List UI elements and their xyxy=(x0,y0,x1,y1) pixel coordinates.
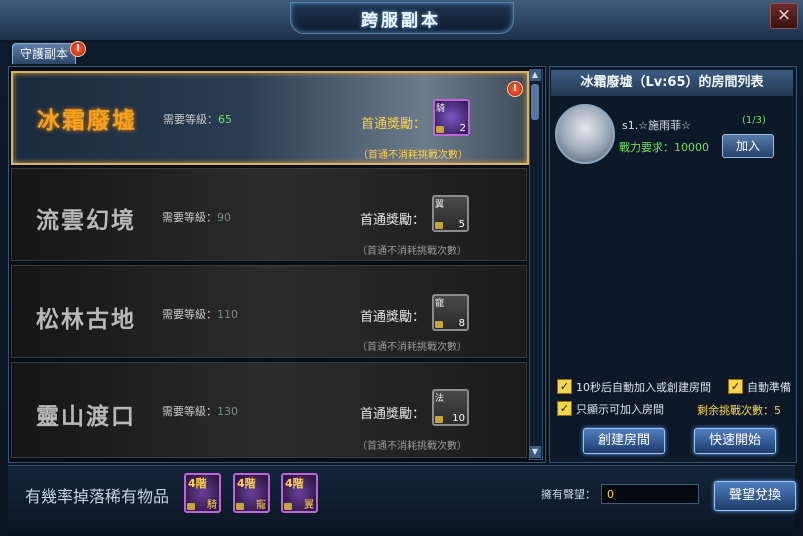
join-button[interactable]: 加入 xyxy=(722,134,774,158)
drop-item-mount-icon[interactable]: 4階 騎 xyxy=(184,473,221,513)
quick-start-button[interactable]: 快速開始 xyxy=(694,428,776,454)
create-room-button[interactable]: 創建房間 xyxy=(583,428,665,454)
auto-ready-checkbox[interactable]: ✓ xyxy=(728,379,743,394)
dungeon-name: 冰霜廢墟 xyxy=(37,107,137,134)
scroll-down-icon[interactable]: ▼ xyxy=(529,446,541,458)
power-requirement: 戰力要求：10000 xyxy=(619,141,709,154)
reputation-exchange-button[interactable]: 聲望兌換 xyxy=(714,481,796,511)
player-avatar xyxy=(555,104,615,164)
dungeon-card[interactable]: 流雲幻境 需要等級：90 首通獎勵： 翼 5 （首通不消耗挑戰次數） xyxy=(11,168,527,261)
room-list-title: 冰霜廢墟（Lv:65）的房間列表 xyxy=(551,70,793,96)
auto-join-label: 10秒后自動加入或創建房間 xyxy=(576,381,711,394)
window-title: 跨服副本 xyxy=(361,11,441,31)
reward-item-icon[interactable]: 翼 5 xyxy=(432,195,469,232)
auto-join-checkbox[interactable]: ✓ xyxy=(557,379,572,394)
reward-note: （首通不消耗挑戰次數） xyxy=(358,150,468,161)
reward-note: （首通不消耗挑戰次數） xyxy=(357,441,467,452)
reward-item-icon[interactable]: 騎 2 xyxy=(433,99,470,136)
drop-item-wing-icon[interactable]: 4階 翼 xyxy=(281,473,318,513)
tab-alert-icon: ! xyxy=(70,41,86,57)
lock-icon xyxy=(187,503,195,510)
player-name: s1.☆施雨菲☆ xyxy=(622,119,691,132)
close-button[interactable]: × xyxy=(770,3,798,29)
reward-item-icon[interactable]: 法 10 xyxy=(432,389,469,426)
reward-note: （首通不消耗挑戰次數） xyxy=(357,246,467,257)
required-level: 需要等級：65 xyxy=(163,113,232,126)
reward-label: 首通獎勵： xyxy=(360,407,426,422)
dungeon-name: 流雲幻境 xyxy=(36,207,136,234)
reputation-label: 擁有聲望： xyxy=(541,488,596,501)
reward-label: 首通獎勵： xyxy=(360,213,426,228)
lock-icon xyxy=(435,416,443,423)
room-count: (1/3) xyxy=(742,115,766,126)
drop-item-pet-icon[interactable]: 4階 寵 xyxy=(233,473,270,513)
drop-hint: 有幾率掉落稀有物品 xyxy=(25,487,170,506)
dungeon-card[interactable]: 松林古地 需要等級：110 首通獎勵： 寵 8 （首通不消耗挑戰次數） xyxy=(11,265,527,358)
lock-icon xyxy=(435,222,443,229)
lock-icon xyxy=(236,503,244,510)
dungeon-name: 靈山渡口 xyxy=(36,403,136,430)
dungeon-card[interactable]: 靈山渡口 需要等級：130 首通獎勵： 法 10 （首通不消耗挑戰次數） xyxy=(11,362,527,458)
reward-note: （首通不消耗挑戰次數） xyxy=(357,342,467,353)
lock-icon xyxy=(436,126,444,133)
lock-icon xyxy=(284,503,292,510)
tab-guard-dungeon[interactable]: 守護副本 xyxy=(12,43,76,64)
reward-item-icon[interactable]: 寵 8 xyxy=(432,294,469,331)
alert-icon: ! xyxy=(507,81,523,97)
lock-icon xyxy=(435,321,443,328)
scroll-up-icon[interactable]: ▲ xyxy=(529,69,541,81)
joinable-only-label: 只顯示可加入房間 xyxy=(576,403,664,416)
reputation-field: 0 xyxy=(601,484,699,504)
dungeon-card[interactable]: 冰霜廢墟 需要等級：65 首通獎勵： 騎 2 （首通不消耗挑戰次數） ! xyxy=(11,71,529,165)
auto-ready-label: 自動準備 xyxy=(747,381,791,394)
reward-label: 首通獎勵： xyxy=(361,117,427,132)
required-level: 需要等級：90 xyxy=(162,211,231,224)
list-scrollbar[interactable] xyxy=(529,69,543,460)
required-level: 需要等級：130 xyxy=(162,405,238,418)
scroll-thumb[interactable] xyxy=(531,84,539,120)
reward-label: 首通獎勵： xyxy=(360,310,426,325)
required-level: 需要等級：110 xyxy=(162,308,238,321)
dungeon-name: 松林古地 xyxy=(36,306,136,333)
joinable-only-checkbox[interactable]: ✓ xyxy=(557,401,572,416)
remaining-attempts: 剩余挑戰次數：5 xyxy=(697,404,781,417)
